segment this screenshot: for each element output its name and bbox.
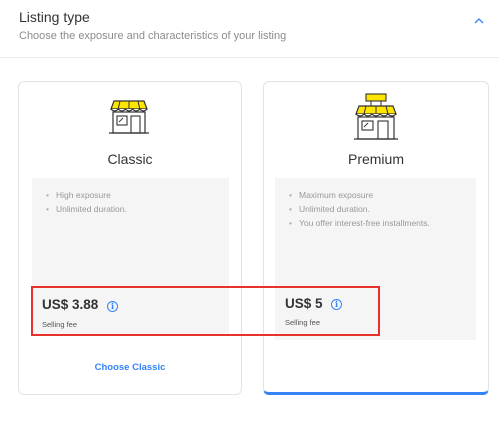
storefront-with-sign-icon [354, 93, 398, 140]
card-title-premium: Premium [347, 151, 404, 167]
price-highlight-box [31, 286, 380, 336]
section-subtitle: Choose the exposure and characteristics … [19, 30, 287, 42]
chevron-up-icon[interactable] [472, 16, 486, 26]
feature-item: You offer interest-free installments. [289, 216, 476, 230]
storefront-icon [109, 100, 149, 134]
choose-classic-button[interactable]: Choose Classic [19, 362, 241, 373]
feature-item: Maximum exposure [289, 188, 476, 202]
listing-card-premium[interactable]: Premium Maximum exposure Unlimited durat… [263, 81, 489, 395]
feature-item: Unlimited duration. [289, 202, 476, 216]
card-title-classic: Classic [107, 151, 153, 167]
feature-item: Unlimited duration. [46, 202, 229, 216]
listing-type-header[interactable]: Listing type Choose the exposure and cha… [0, 0, 499, 58]
feature-item: High exposure [46, 188, 229, 202]
listing-card-classic[interactable]: Classic High exposure Unlimited duration… [18, 81, 242, 395]
section-title: Listing type [19, 9, 90, 25]
